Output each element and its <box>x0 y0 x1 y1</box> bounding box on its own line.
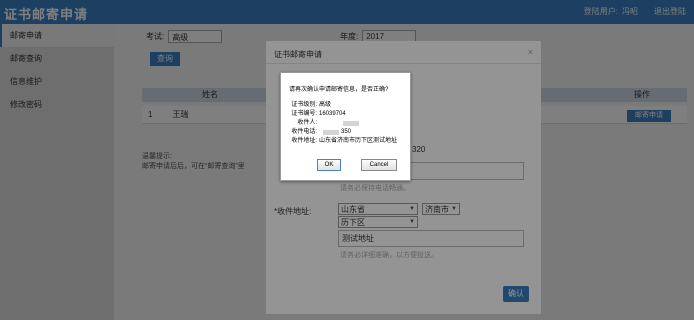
field-value: 山东省济南市历下区测试地址 <box>319 138 398 144</box>
field-key: 证书编号: <box>291 111 317 117</box>
redacted-mark <box>343 121 359 126</box>
dialog-fields: 证书级别: 高级 证书编号: 16039704 收件人: 收件电话: 350 收… <box>289 101 397 146</box>
dialog-field-row: 证书编号: 16039704 <box>289 110 397 119</box>
dialog-field-row: 收件人: <box>289 119 397 128</box>
dialog-field-row: 收件地址: 山东省济南市历下区测试地址 <box>289 137 397 146</box>
redacted-mark <box>323 130 339 135</box>
cancel-button[interactable]: Cancel <box>361 159 397 171</box>
dialog-message: 请再次确认申请邮寄信息，是否正确? <box>289 87 389 93</box>
field-key: 收件人: <box>297 120 317 126</box>
field-value: 高级 <box>319 102 332 108</box>
field-value: 350 <box>341 129 352 135</box>
field-value: 16039704 <box>319 111 346 117</box>
field-key: 收件地址: <box>291 138 317 144</box>
ok-button[interactable]: OK <box>317 159 341 171</box>
dialog-field-row: 收件电话: 350 <box>289 128 397 137</box>
field-key: 收件电话: <box>291 129 317 135</box>
dialog-field-row: 证书级别: 高级 <box>289 101 397 110</box>
field-key: 证书级别: <box>291 102 317 108</box>
confirm-dialog: 请再次确认申请邮寄信息，是否正确? 证书级别: 高级 证书编号: 1603970… <box>280 72 411 181</box>
